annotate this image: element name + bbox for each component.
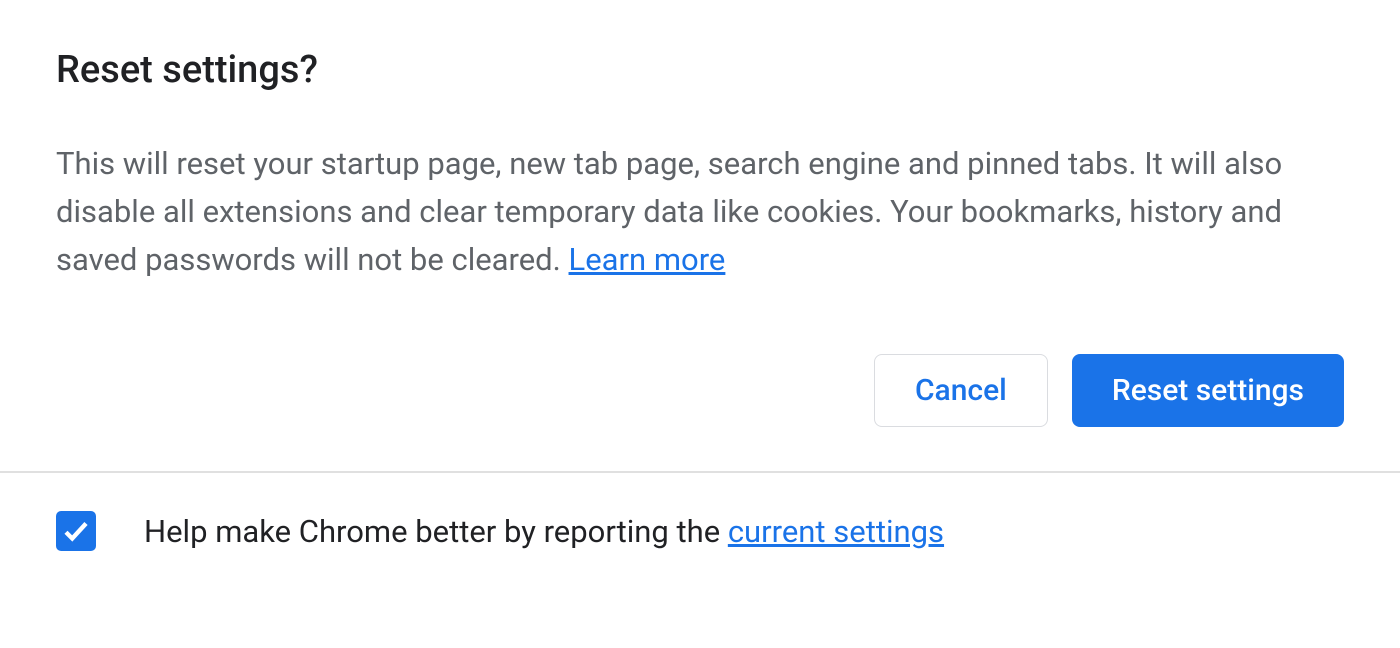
reset-settings-button[interactable]: Reset settings (1072, 354, 1344, 427)
report-settings-checkbox[interactable] (56, 511, 96, 551)
reset-settings-dialog: Reset settings? This will reset your sta… (0, 0, 1400, 471)
cancel-button[interactable]: Cancel (874, 354, 1048, 427)
current-settings-link[interactable]: current settings (728, 513, 944, 550)
dialog-body: This will reset your startup page, new t… (56, 140, 1344, 284)
dialog-footer: Help make Chrome better by reporting the… (0, 473, 1400, 551)
dialog-actions: Cancel Reset settings (56, 354, 1344, 471)
dialog-title: Reset settings? (56, 48, 1344, 92)
learn-more-link[interactable]: Learn more (569, 241, 726, 278)
checkmark-icon (61, 516, 91, 546)
footer-text: Help make Chrome better by reporting the… (144, 513, 944, 550)
footer-text-prefix: Help make Chrome better by reporting the (144, 513, 728, 550)
